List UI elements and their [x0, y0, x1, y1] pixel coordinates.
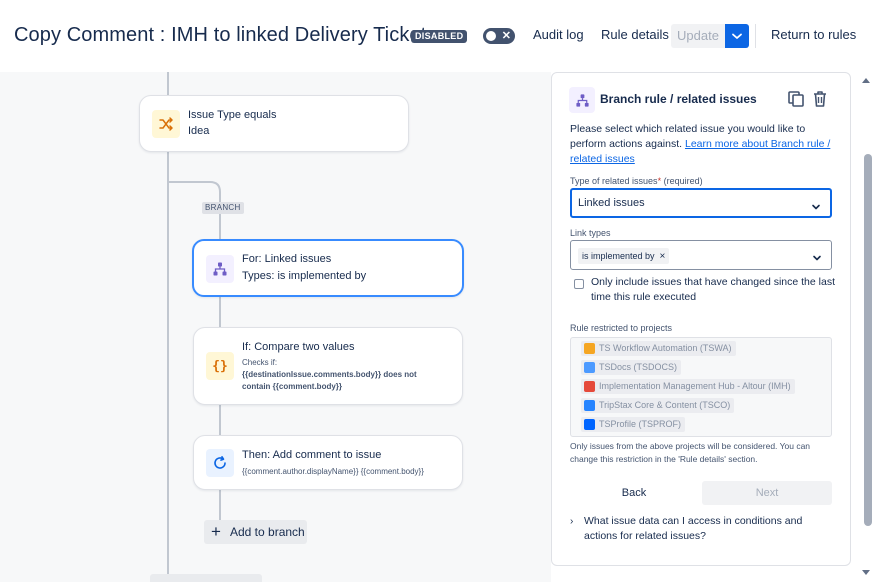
- branch-card[interactable]: For: Linked issues Types: is implemented…: [192, 239, 464, 297]
- project-tag: TSDocs (TSDOCS): [581, 360, 682, 375]
- compare-values-card[interactable]: {} If: Compare two values Checks if: {{d…: [193, 327, 463, 405]
- project-name: TSDocs (TSDOCS): [599, 362, 678, 372]
- project-tag: Implementation Management Hub - Altour (…: [581, 379, 795, 394]
- checks-expression-line2: contain {{comment.body}}: [242, 382, 343, 391]
- related-type-label-text: Type of related issues: [570, 176, 658, 186]
- remove-tag-icon[interactable]: ×: [660, 251, 666, 262]
- connector-line: [219, 296, 221, 328]
- add-to-branch-button[interactable]: + Add to branch: [204, 520, 307, 544]
- project-name: TSProfile (TSPROF): [599, 419, 682, 429]
- connector-line: [167, 72, 169, 96]
- comment-loop-icon: [206, 449, 234, 477]
- project-avatar: [584, 400, 595, 411]
- restricted-projects-label: Rule restricted to projects: [570, 323, 673, 333]
- project-name: TS Workflow Automation (TSWA): [599, 343, 732, 353]
- connector-line: [219, 214, 221, 240]
- link-type-tag: is implemented by ×: [578, 248, 670, 264]
- changed-since-last-run-checkbox[interactable]: [574, 279, 584, 289]
- related-type-select[interactable]: Linked issues: [570, 188, 832, 218]
- project-tag: TS Workflow Automation (TSWA): [581, 341, 736, 356]
- back-button[interactable]: Back: [572, 481, 696, 505]
- related-type-value: Linked issues: [578, 197, 645, 209]
- status-badge: DISABLED: [411, 30, 468, 43]
- hierarchy-icon: [569, 87, 595, 113]
- project-avatar: [584, 419, 595, 430]
- toggle-off-icon: ✕: [501, 30, 511, 42]
- link-types-label: Link types: [570, 228, 611, 238]
- add-to-branch-label: Add to branch: [230, 525, 305, 539]
- connector-line: [219, 404, 221, 436]
- scrollbar-thumb[interactable]: [864, 154, 872, 526]
- shuffle-icon: [152, 110, 180, 138]
- link-type-tag-label: is implemented by: [582, 251, 655, 261]
- card-subtitle: Idea: [188, 125, 210, 137]
- connector-line: [167, 151, 169, 582]
- card-subtitle: {{comment.author.displayName}} {{comment…: [242, 467, 424, 476]
- project-avatar: [584, 381, 595, 392]
- card-title: For: Linked issues: [242, 253, 332, 265]
- trash-icon[interactable]: [811, 90, 829, 113]
- branch-label: BRANCH: [202, 202, 244, 214]
- link-types-select[interactable]: is implemented by ×: [570, 240, 832, 270]
- toggle-knob: [486, 31, 496, 41]
- page-title: Copy Comment : IMH to linked Delivery Ti…: [14, 24, 437, 46]
- scroll-down-arrow-icon[interactable]: [862, 570, 870, 575]
- checks-label: Checks if:: [242, 358, 278, 367]
- next-button[interactable]: Next: [702, 481, 832, 505]
- add-comment-action-card[interactable]: Then: Add comment to issue {{comment.aut…: [193, 435, 463, 490]
- rule-enabled-toggle[interactable]: ✕: [483, 28, 515, 44]
- scroll-up-arrow-icon[interactable]: [862, 78, 870, 83]
- plus-icon: +: [211, 522, 221, 541]
- header: Copy Comment : IMH to linked Delivery Ti…: [0, 0, 891, 72]
- return-to-rules-button[interactable]: Return to rules: [765, 22, 862, 48]
- card-subtitle: Types: is implemented by: [242, 270, 367, 282]
- checks-expression-line1: {{destinationIssue.comments.body}} does …: [242, 370, 417, 379]
- update-dropdown-button[interactable]: [725, 24, 749, 48]
- restricted-projects-list: TS Workflow Automation (TSWA) TSDocs (TS…: [570, 337, 832, 437]
- project-tag: TripStax Core & Content (TSCO): [581, 398, 735, 413]
- project-avatar: [584, 362, 595, 373]
- chevron-right-icon: ›: [570, 516, 574, 527]
- card-title: Then: Add comment to issue: [242, 449, 382, 461]
- braces-icon: {}: [206, 352, 234, 380]
- header-divider: [755, 24, 756, 48]
- copy-icon[interactable]: [787, 90, 805, 113]
- chevron-down-icon: [732, 33, 742, 39]
- update-button[interactable]: Update: [671, 24, 725, 48]
- restriction-note: Only issues from the above projects will…: [570, 441, 811, 464]
- branch-config-panel: Branch rule / related issues Please sele…: [551, 72, 851, 566]
- panel-title: Branch rule / related issues: [600, 92, 757, 106]
- related-type-label: Type of related issues* (required): [570, 176, 703, 186]
- required-text: (required): [663, 176, 703, 186]
- project-avatar: [584, 343, 595, 354]
- audit-log-button[interactable]: Audit log: [527, 22, 590, 48]
- connector-line: [219, 489, 221, 520]
- chevron-down-icon: [812, 250, 822, 268]
- card-title: If: Compare two values: [242, 341, 355, 353]
- add-component-button[interactable]: [150, 574, 262, 582]
- project-tag: TSProfile (TSPROF): [581, 417, 686, 432]
- required-mark: *: [657, 176, 662, 186]
- project-name: TripStax Core & Content (TSCO): [599, 400, 731, 410]
- hierarchy-icon: [206, 255, 234, 283]
- intro-text: Please select which related issue you wo…: [570, 122, 838, 167]
- faq-text: What issue data can I access in conditio…: [584, 515, 803, 542]
- rule-details-button[interactable]: Rule details: [595, 22, 675, 48]
- chevron-down-icon: [811, 199, 821, 217]
- project-name: Implementation Management Hub - Altour (…: [599, 381, 791, 391]
- issue-type-condition-card[interactable]: Issue Type equals Idea: [139, 95, 409, 152]
- card-title: Issue Type equals: [188, 109, 277, 121]
- checkbox-label: Only include issues that have changed si…: [591, 276, 835, 303]
